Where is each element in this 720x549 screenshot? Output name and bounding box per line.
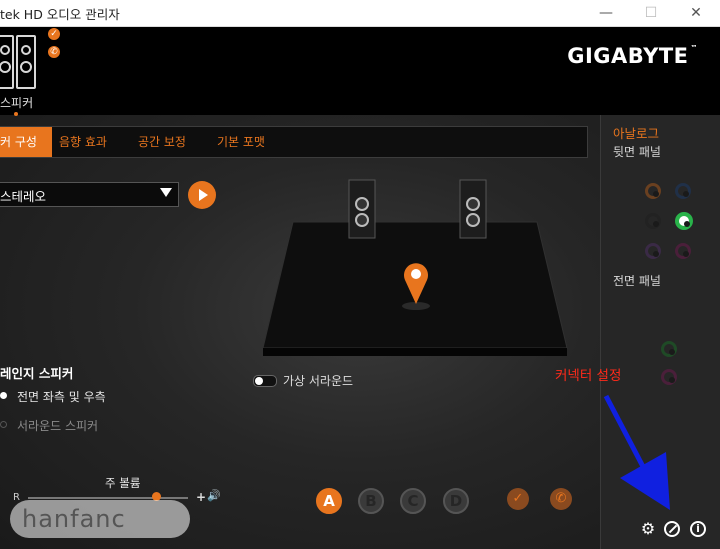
profile-c-button[interactable]: C [400, 488, 426, 514]
phone-icon[interactable]: ✆ [550, 488, 572, 510]
front-jack-green[interactable] [661, 341, 677, 357]
brand-mark: ™ [690, 44, 698, 52]
profile-c-label: C [407, 492, 419, 510]
connector-settings-annotation: 커넥터 설정 [555, 368, 622, 384]
jack-pink[interactable] [675, 243, 691, 259]
tab-label: 구성 [14, 135, 37, 149]
front-jack-pink[interactable] [661, 369, 677, 385]
tab-default-format[interactable]: 기본 포맷 [217, 127, 265, 157]
speaker-volume-icon[interactable]: 🔊 [207, 489, 221, 502]
annotation-arrow [603, 394, 670, 510]
jack-orange[interactable] [645, 183, 661, 199]
profile-d-label: D [449, 492, 463, 510]
gear-icon[interactable]: ⚙ [639, 520, 657, 538]
brand-text: GIGABYTE [567, 44, 689, 68]
check-icon[interactable]: ✓ [507, 488, 529, 510]
jack-blue[interactable] [645, 243, 661, 259]
watermark-text: hanfanc [22, 505, 126, 533]
stage-edge [263, 348, 567, 356]
virtual-surround-label: 가상 서라운드 [283, 374, 354, 388]
profile-b-button[interactable]: B [358, 488, 384, 514]
speaker-config-value: 스테레오 [0, 189, 47, 204]
profile-a-label: A [323, 492, 335, 510]
front-right-speaker[interactable] [459, 179, 487, 239]
profile-d-button[interactable]: D [443, 488, 469, 514]
tab-speaker-config[interactable]: 커 구성 [0, 127, 52, 157]
speaker-right-icon [16, 35, 36, 89]
profile-a-button[interactable]: A [316, 488, 342, 514]
header: ✓ ✆ GIGABYTE ™ [0, 27, 720, 115]
check-badge-icon: ✓ [48, 28, 60, 40]
virtual-surround-toggle[interactable] [253, 375, 277, 387]
chevron-down-icon [160, 188, 172, 197]
speaker-tab-label: 스피커 [0, 96, 34, 110]
analog-title: 아날로그 [613, 126, 660, 141]
jack-grey[interactable] [645, 213, 661, 229]
gigabyte-logo: GIGABYTE ™ [567, 44, 698, 68]
fullrange-option-front-label: 전면 좌측 및 우측 [17, 390, 106, 404]
wrench-icon[interactable] [664, 521, 680, 537]
speaker-stage [262, 179, 568, 356]
tab-label-prefix: 커 [0, 135, 12, 149]
maximize-button[interactable]: ☐ [631, 0, 671, 26]
speaker-config-select[interactable]: 스테레오 [0, 182, 179, 207]
back-panel-label: 뒷면 패널 [613, 145, 661, 159]
phone-badge-icon: ✆ [48, 46, 60, 58]
play-icon[interactable] [188, 181, 216, 209]
fullrange-option-front-radio[interactable] [0, 392, 7, 399]
volume-plus-icon: + [196, 490, 207, 504]
active-tab-indicator [14, 112, 18, 116]
fullrange-option-surround-label: 서라운드 스피커 [17, 419, 99, 433]
info-icon[interactable]: i [690, 521, 706, 537]
watermark: hanfanc [10, 500, 190, 538]
fullrange-heading: 레인지 스피커 [0, 366, 74, 381]
speaker-left-icon [0, 35, 14, 89]
profile-b-label: B [365, 492, 377, 510]
front-panel-label: 전면 패널 [613, 274, 661, 288]
master-volume-label: 주 볼륨 [105, 476, 141, 490]
close-button[interactable]: ✕ [676, 0, 716, 26]
window-title: tek HD 오디오 관리자 [0, 7, 120, 22]
jack-green-active[interactable] [675, 212, 693, 230]
jack-black[interactable] [675, 183, 691, 199]
front-left-speaker[interactable] [348, 179, 376, 239]
tab-room-correction[interactable]: 공간 보정 [138, 127, 186, 157]
title-bar: tek HD 오디오 관리자 — ☐ ✕ [0, 0, 720, 27]
fullrange-option-surround-radio[interactable] [0, 421, 7, 428]
tab-bar: 커 구성 음향 효과 공간 보정 기본 포맷 [0, 126, 588, 158]
minimize-button[interactable]: — [586, 0, 626, 26]
tab-sound-effects[interactable]: 음향 효과 [59, 127, 107, 157]
